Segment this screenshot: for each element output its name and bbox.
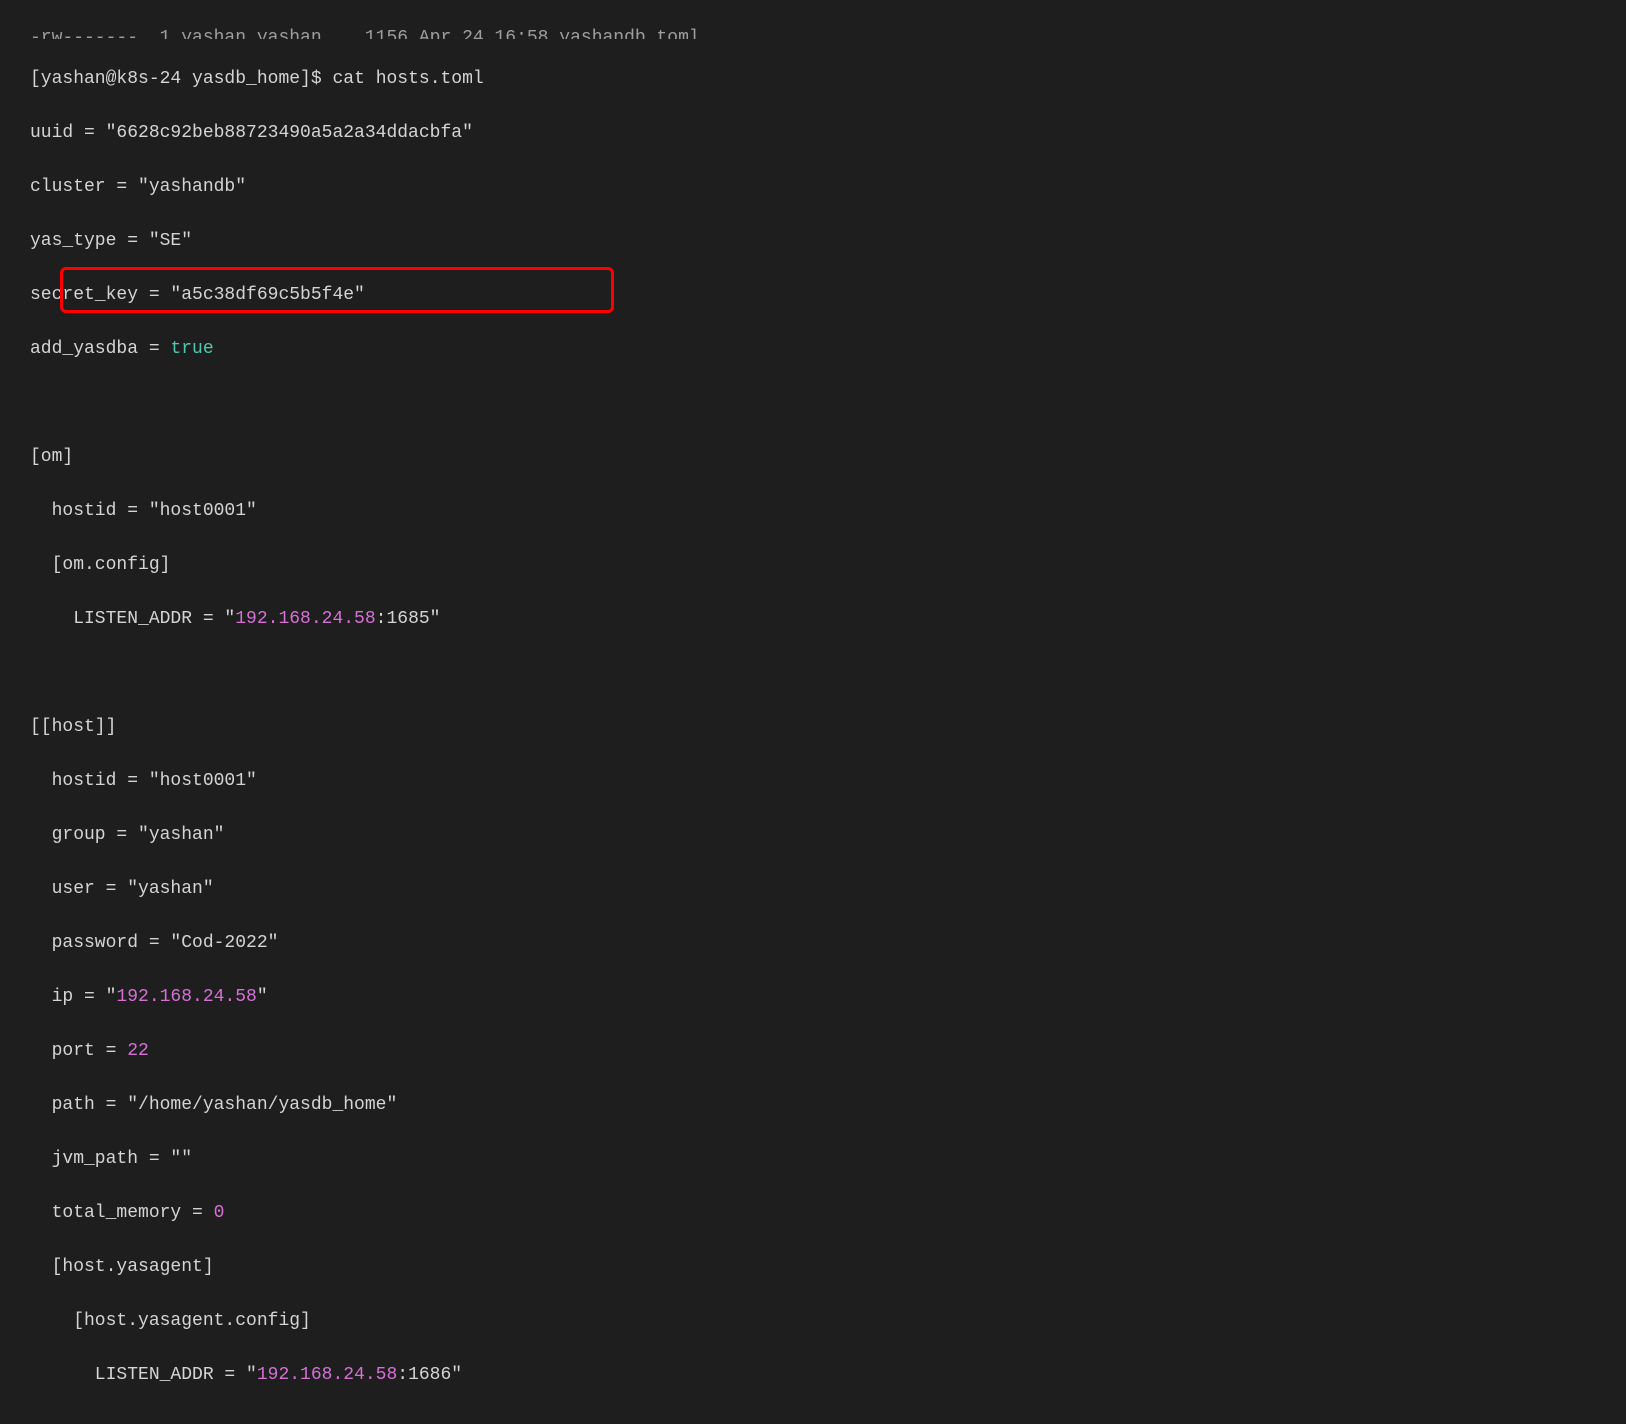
- toml-addyasdba: add_yasdba = true: [30, 336, 1596, 363]
- host-ip: ip = "192.168.24.58": [30, 984, 1596, 1011]
- host-listen-addr: LISTEN_ADDR = "192.168.24.58:1686": [30, 1362, 1596, 1389]
- host-jvmpath: jvm_path = "": [30, 1146, 1596, 1173]
- ip-address: 192.168.24.58: [257, 1365, 397, 1385]
- toml-yastype: yas_type = "SE": [30, 228, 1596, 255]
- host-hostid: hostid = "host0001": [30, 768, 1596, 795]
- toml-uuid: uuid = "6628c92beb88723490a5a2a34ddacbfa…: [30, 120, 1596, 147]
- host-section-header: [[host]]: [30, 714, 1596, 741]
- host-user: user = "yashan": [30, 876, 1596, 903]
- true-keyword: true: [170, 339, 213, 359]
- command-text: cat hosts.toml: [332, 69, 483, 89]
- memory-value: 0: [214, 1203, 225, 1223]
- ip-address: 192.168.24.58: [116, 987, 256, 1007]
- om-hostid: hostid = "host0001": [30, 498, 1596, 525]
- prompt-line: [yashan@k8s-24 yasdb_home]$ cat hosts.to…: [30, 66, 1596, 93]
- prompt-symbol: $: [311, 69, 322, 89]
- ls-remnant: -rw------- 1 yashan yashan 1156 Apr 24 1…: [30, 25, 1596, 39]
- toml-secretkey: secret_key = "a5c38df69c5b5f4e": [30, 282, 1596, 309]
- toml-cluster: cluster = "yashandb": [30, 174, 1596, 201]
- blank-line: [30, 390, 1596, 417]
- host-port: port = 22: [30, 1038, 1596, 1065]
- blank-line: [30, 660, 1596, 687]
- port-number: 22: [127, 1041, 149, 1061]
- om-listen-addr: LISTEN_ADDR = "192.168.24.58:1685": [30, 606, 1596, 633]
- ip-address: 192.168.24.58: [235, 609, 375, 629]
- host-totalmemory: total_memory = 0: [30, 1200, 1596, 1227]
- om-section-header: [om]: [30, 444, 1596, 471]
- prompt-context: [yashan@k8s-24 yasdb_home]: [30, 69, 311, 89]
- host-yasagent-config-header: [host.yasagent.config]: [30, 1308, 1596, 1335]
- host-password: password = "Cod-2022": [30, 930, 1596, 957]
- host-path: path = "/home/yashan/yasdb_home": [30, 1092, 1596, 1119]
- om-config-header: [om.config]: [30, 552, 1596, 579]
- host-group: group = "yashan": [30, 822, 1596, 849]
- terminal-output: -rw------- 1 yashan yashan 1156 Apr 24 1…: [0, 0, 1626, 1424]
- host-yasagent-header: [host.yasagent]: [30, 1254, 1596, 1281]
